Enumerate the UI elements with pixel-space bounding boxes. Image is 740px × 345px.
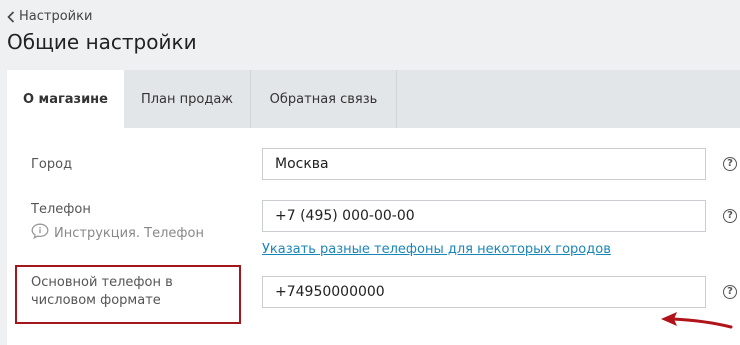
tab-sales-plan[interactable]: План продаж (124, 70, 251, 128)
settings-panel: О магазине План продаж Обратная связь Го… (7, 70, 740, 345)
numeric-phone-input[interactable] (262, 276, 706, 308)
phone-label: Телефон (31, 202, 91, 217)
speech-bubble-icon (31, 223, 49, 243)
chevron-left-icon (7, 10, 15, 23)
annotation-arrow-icon (659, 308, 735, 334)
breadcrumb-label: Настройки (19, 9, 93, 24)
phone-instruction-hint[interactable]: Инструкция. Телефон (31, 223, 204, 243)
tab-feedback[interactable]: Обратная связь (251, 70, 397, 128)
different-phones-link[interactable]: Указать разные телефоны для некоторых го… (262, 242, 611, 257)
numeric-phone-help-icon[interactable]: ? (723, 285, 737, 299)
city-label: Город (31, 157, 73, 172)
tab-about-store[interactable]: О магазине (7, 70, 124, 128)
city-help-icon[interactable]: ? (723, 157, 737, 171)
tab-bar: О магазине План продаж Обратная связь (7, 70, 740, 128)
breadcrumb[interactable]: Настройки (7, 9, 92, 24)
numeric-phone-label: Основной телефон в числовом формате (31, 275, 173, 308)
city-input[interactable] (262, 148, 706, 180)
phone-input[interactable] (262, 200, 706, 232)
phone-help-icon[interactable]: ? (723, 209, 737, 223)
page-title: Общие настройки (7, 30, 197, 54)
phone-hint-label: Инструкция. Телефон (54, 225, 204, 241)
